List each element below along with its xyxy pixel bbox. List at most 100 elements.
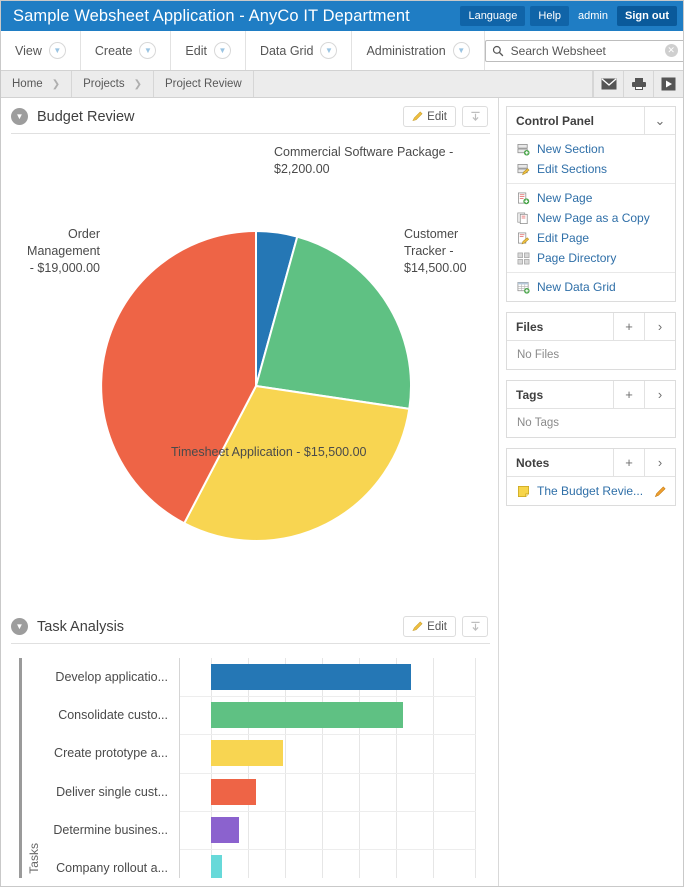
pencil-icon[interactable]	[654, 485, 667, 498]
control-panel-item-label: Page Directory	[537, 251, 617, 265]
control-panel-new-section[interactable]: New Section	[507, 139, 675, 159]
bar-row	[180, 696, 476, 734]
bar-row	[180, 658, 476, 696]
control-panel-item-label: New Page	[537, 191, 593, 205]
chevron-right-icon: ❯	[51, 78, 61, 90]
files-expand-button[interactable]: ›	[644, 313, 675, 340]
collapse-toggle-icon[interactable]: ▼	[11, 108, 28, 125]
search-input[interactable]	[508, 42, 665, 59]
collapse-up-icon	[470, 621, 480, 632]
bar-row	[180, 773, 476, 811]
menu-data-grid[interactable]: Data Grid ▼	[246, 31, 353, 70]
menu-create[interactable]: Create ▼	[81, 31, 172, 70]
edit-sections-icon	[517, 163, 530, 175]
tags-panel: Tags + › No Tags	[506, 380, 676, 438]
menu-administration-label: Administration	[366, 43, 446, 58]
bar-category-labels: Develop applicatio... Consolidate custo.…	[41, 658, 174, 878]
close-icon[interactable]: ✕	[664, 44, 678, 57]
control-panel-page-directory[interactable]: Page Directory	[507, 248, 675, 268]
budget-review-header: ▼ Budget Review Edit	[1, 98, 498, 133]
breadcrumb-item-home[interactable]: Home ❯	[1, 71, 73, 97]
bar-deliver-single-customer[interactable]	[211, 778, 256, 805]
menu-view-label: View	[15, 43, 42, 58]
tags-panel-title: Tags	[516, 387, 544, 402]
control-panel-item-label: Edit Sections	[537, 162, 608, 176]
notes-panel: Notes + › The Budget Revie...	[506, 448, 676, 506]
print-icon[interactable]	[623, 71, 653, 97]
menu-administration[interactable]: Administration ▼	[352, 31, 485, 70]
page-directory-icon	[517, 252, 530, 264]
task-edit-label: Edit	[427, 620, 447, 633]
budget-review-title: Budget Review	[37, 108, 135, 125]
bar-row	[180, 849, 476, 878]
y-axis-title: Tasks	[27, 843, 41, 874]
pie-chart-svg	[100, 229, 412, 542]
language-button[interactable]: Language	[460, 6, 526, 26]
control-panel-item-label: New Data Grid	[537, 280, 616, 294]
breadcrumb-projects-label: Projects	[83, 78, 125, 90]
bar-category-label: Create prototype a...	[54, 746, 168, 761]
notes-panel-title: Notes	[516, 455, 550, 470]
note-list-item[interactable]: The Budget Revie...	[507, 477, 675, 505]
control-panel-new-page-as-copy[interactable]: New Page as a Copy	[507, 208, 675, 228]
chevron-down-icon: ▼	[213, 42, 231, 59]
files-add-button[interactable]: +	[613, 313, 644, 340]
bar-category-label: Deliver single cust...	[56, 784, 168, 799]
budget-collapse-button[interactable]	[462, 106, 488, 127]
help-button[interactable]: Help	[530, 6, 570, 26]
tags-expand-button[interactable]: ›	[644, 381, 675, 408]
breadcrumb-item-projects[interactable]: Projects ❯	[72, 71, 155, 97]
chevron-down-icon: ▼	[48, 42, 66, 59]
control-panel-group-datagrid: New Data Grid	[507, 273, 675, 301]
chevron-down-icon: ▼	[139, 42, 157, 59]
control-panel-new-data-grid[interactable]: New Data Grid	[507, 277, 675, 297]
tags-add-button[interactable]: +	[613, 381, 644, 408]
bar-row	[180, 811, 476, 849]
menu-view[interactable]: View ▼	[1, 31, 81, 70]
notes-add-button[interactable]: +	[613, 449, 644, 476]
budget-edit-button[interactable]: Edit	[403, 106, 456, 127]
app-title: Sample Websheet Application - AnyCo IT D…	[13, 6, 410, 25]
note-title: The Budget Revie...	[537, 484, 644, 498]
control-panel-new-page[interactable]: New Page	[507, 188, 675, 208]
bar-determine-business[interactable]	[211, 816, 239, 843]
task-collapse-button[interactable]	[462, 616, 488, 637]
pie-label-line: Tracker -	[404, 244, 454, 258]
control-panel-collapse-button[interactable]: ⌄	[644, 107, 675, 134]
task-edit-button[interactable]: Edit	[403, 616, 456, 637]
search-icon	[492, 45, 504, 56]
sign-out-button[interactable]: Sign out	[617, 6, 677, 26]
menu-create-label: Create	[94, 43, 133, 58]
breadcrumb-filler	[254, 71, 593, 97]
files-empty-text: No Files	[517, 349, 560, 361]
user-menu-button[interactable]: admin	[574, 6, 612, 26]
collapse-up-icon	[470, 111, 480, 122]
control-panel-edit-page[interactable]: Edit Page	[507, 228, 675, 248]
new-section-icon	[517, 143, 530, 156]
menu-edit[interactable]: Edit ▼	[171, 31, 246, 70]
search-box[interactable]: ✕	[484, 39, 683, 62]
title-bar-actions: Language Help admin Sign out	[460, 6, 677, 26]
chevron-down-icon: ▼	[452, 42, 470, 59]
notes-expand-button[interactable]: ›	[644, 449, 675, 476]
breadcrumb-item-project-review[interactable]: Project Review	[154, 71, 254, 97]
control-panel-edit-sections[interactable]: Edit Sections	[507, 159, 675, 179]
bar-consolidate-customer[interactable]	[211, 702, 403, 729]
bar-create-prototype[interactable]	[211, 740, 283, 767]
title-bar: Sample Websheet Application - AnyCo IT D…	[1, 1, 683, 31]
files-panel: Files + › No Files	[506, 312, 676, 370]
task-analysis-header: ▼ Task Analysis Edit	[1, 614, 498, 643]
bar-develop-application[interactable]	[211, 664, 411, 691]
chevron-down-icon: ▼	[320, 42, 338, 59]
budget-edit-label: Edit	[427, 110, 447, 123]
mail-icon[interactable]	[593, 71, 623, 97]
new-data-grid-icon	[517, 281, 530, 294]
collapse-toggle-icon[interactable]: ▼	[11, 618, 28, 635]
y-axis-line	[19, 658, 22, 878]
bar-company-rollout[interactable]	[211, 855, 222, 878]
tags-empty-text: No Tags	[517, 417, 559, 429]
bar-category-label: Company rollout a...	[56, 861, 168, 876]
edit-page-icon	[518, 232, 530, 244]
play-icon[interactable]	[653, 71, 683, 97]
pie-label-customer-tracker: Customer Tracker - $14,500.00	[404, 226, 494, 277]
